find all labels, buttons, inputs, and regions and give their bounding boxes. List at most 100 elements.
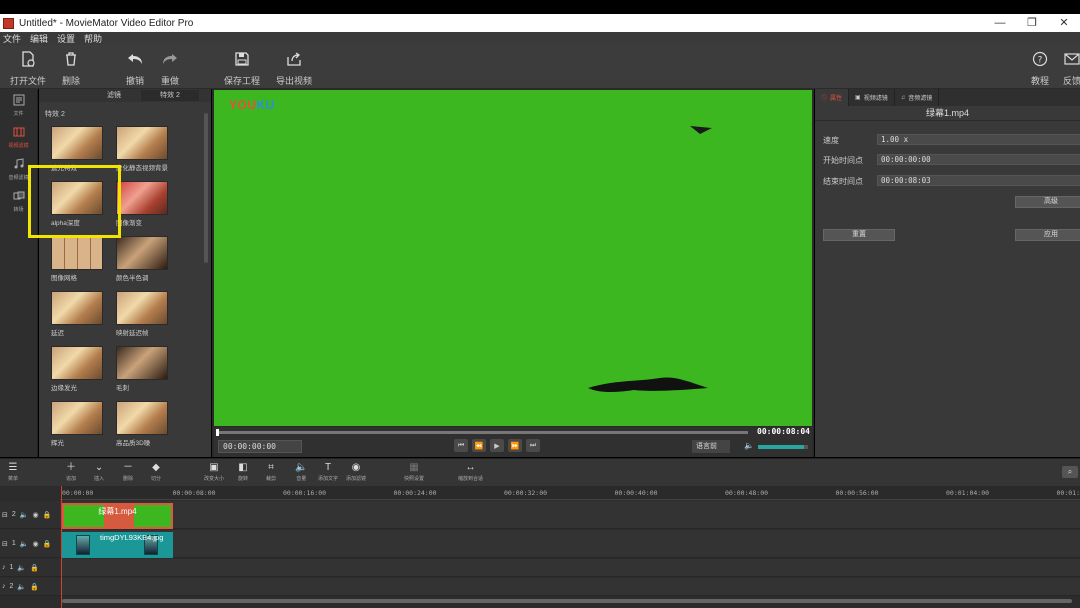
clip-image[interactable]: timgDYL93KE4.jpg: [62, 532, 173, 558]
effect-item[interactable]: 颜色半色调: [116, 236, 176, 282]
effect-item[interactable]: 延迟: [51, 291, 111, 337]
ruler-tick: 00:00:24:00: [393, 489, 437, 497]
menu-file[interactable]: 文件: [3, 32, 21, 45]
volume-icon[interactable]: 🔈: [744, 441, 754, 450]
svg-text:?: ?: [1038, 56, 1043, 66]
apply-button[interactable]: 应用: [1015, 229, 1080, 241]
save-project-button[interactable]: 保存工程: [224, 49, 260, 87]
remove-button[interactable]: －删除: [123, 462, 133, 482]
effect-item[interactable]: 图像网格: [51, 236, 111, 282]
close-icon[interactable]: ✕: [1048, 14, 1080, 32]
step-back-icon[interactable]: ⏪: [472, 439, 486, 452]
plus-icon: ＋: [66, 462, 76, 473]
undo-button[interactable]: 撤销: [125, 49, 145, 87]
effects-scrollbar[interactable]: [204, 113, 208, 263]
effect-label: 图像渐变: [116, 220, 142, 227]
playhead[interactable]: [61, 486, 62, 608]
menu-help[interactable]: 帮助: [84, 32, 102, 45]
timeline-ruler[interactable]: 00:00:00 00:00:08:00 00:00:16:00 00:00:24:0…: [60, 486, 1080, 500]
volume-slider[interactable]: [758, 445, 808, 449]
effect-item[interactable]: 边缘发光: [51, 346, 111, 392]
start-time-field[interactable]: 00:00:00:00: [877, 154, 1080, 165]
effect-item[interactable]: 图像渐变: [116, 181, 176, 227]
effect-thumbnail: [51, 236, 103, 270]
insert-button[interactable]: ⌄ 插入: [94, 462, 104, 482]
effect-item[interactable]: 毛刺: [116, 346, 176, 392]
export-video-button[interactable]: 导出视频: [276, 49, 312, 87]
add-filter-button[interactable]: ◉ 添加滤镜: [346, 462, 366, 482]
speed-field[interactable]: 1.00 x: [877, 134, 1080, 145]
effect-item[interactable]: 映射延迟帧: [116, 291, 176, 337]
track-lane-v1[interactable]: [60, 530, 1080, 558]
skip-start-icon[interactable]: ⏮: [454, 439, 468, 452]
delete-button[interactable]: 删除: [61, 49, 81, 87]
total-duration: 00:00:08:04: [757, 427, 810, 436]
resize-button[interactable]: ▣ 改变大小: [204, 462, 224, 482]
language-select[interactable]: 语言前: [692, 440, 730, 453]
skip-end-icon[interactable]: ⏭: [526, 439, 540, 452]
track-lane-a2[interactable]: [60, 578, 1080, 596]
redo-button[interactable]: 重做: [160, 49, 180, 87]
split-button[interactable]: ◆ 切分: [151, 462, 161, 482]
mute-icon: 🔈: [19, 540, 29, 548]
clip-green-screen[interactable]: 绿幕1.mp4: [62, 503, 173, 529]
tab-effects-2[interactable]: 特效 2: [141, 90, 199, 101]
mute-icon: 🔈: [17, 583, 27, 591]
advanced-button[interactable]: 高级: [1015, 196, 1080, 208]
append-button[interactable]: ＋追加: [66, 462, 76, 482]
track-lane-a1[interactable]: [60, 559, 1080, 577]
silhouette-shapes: [588, 126, 712, 393]
minimize-icon[interactable]: —: [984, 14, 1016, 32]
effect-thumbnail: [51, 126, 103, 160]
menu-bar: 文件 编辑 设置 帮助: [0, 32, 1080, 45]
open-file-button[interactable]: 打开文件: [10, 49, 46, 87]
effect-label: 延迟: [51, 330, 64, 337]
zoom-fit-button[interactable]: ↔ 缩放到合适: [458, 462, 483, 482]
track-lane-v2[interactable]: [60, 501, 1080, 529]
maximize-icon[interactable]: ❐: [1016, 14, 1048, 32]
add-text-button[interactable]: T 添加文字: [318, 462, 338, 482]
effect-item[interactable]: 高品质3D噪: [116, 401, 176, 447]
video-preview[interactable]: YOUKU: [214, 90, 812, 426]
minus-icon: －: [123, 462, 133, 473]
playback-progress[interactable]: [216, 429, 748, 436]
timeline-menu-button[interactable]: ☰ 菜单: [8, 462, 18, 482]
zoom-icon[interactable]: ⌕: [1062, 466, 1078, 478]
camera-icon: ▣: [855, 95, 861, 101]
ruler-tick: 00:00:56:00: [835, 489, 879, 497]
timeline-scrollbar[interactable]: [62, 599, 1072, 603]
end-time-field[interactable]: 00:00:08:03: [877, 175, 1080, 186]
effect-item[interactable]: 虚化静态视频背景: [116, 126, 176, 172]
volume-button[interactable]: 🔈 音量: [295, 462, 307, 482]
effects-panel: 滤镜 特效 2 特效 2 遮光特效 虚化静态视频背景 alpha深度 图像渐变 图像网格…: [39, 89, 211, 457]
effects-group-title: 特效 2: [45, 111, 65, 118]
transition-icon: [13, 190, 25, 204]
feedback-button[interactable]: 反馈: [1062, 49, 1080, 87]
snapshot-button[interactable]: ▦ 快照设置: [404, 462, 424, 482]
ruler-tick: 00:00:40:00: [614, 489, 658, 497]
current-time-field[interactable]: 00:00:00:00: [218, 440, 302, 453]
tab-audio-filters[interactable]: ♫ 音频滤镜: [895, 89, 940, 106]
effect-label: 边缘发光: [51, 385, 77, 392]
effect-item[interactable]: 辉光: [51, 401, 111, 447]
reset-button[interactable]: 重置: [823, 229, 895, 241]
play-icon[interactable]: ▶: [490, 439, 504, 452]
nav-video-filters[interactable]: 视频滤镜: [0, 121, 37, 153]
ruler-tick: 00:00:48:00: [725, 489, 769, 497]
nav-files[interactable]: 文件: [0, 89, 37, 121]
lock-icon: 🔒: [42, 540, 52, 548]
menu-settings[interactable]: 设置: [57, 32, 75, 45]
menu-edit[interactable]: 编辑: [30, 32, 48, 45]
crop-button[interactable]: ⌗ 裁剪: [266, 462, 276, 482]
effect-thumbnail: [116, 181, 168, 215]
tab-properties[interactable]: ⓘ 属性: [815, 89, 850, 106]
rotate-button[interactable]: ◧ 旋转: [238, 462, 248, 482]
ruler-tick: 00:01:04:00: [946, 489, 990, 497]
tab-filters[interactable]: 滤镜: [101, 90, 127, 101]
step-forward-icon[interactable]: ⏩: [508, 439, 522, 452]
snapshot-icon: ▦: [409, 462, 419, 473]
tutorial-button[interactable]: ? 教程: [1030, 49, 1050, 87]
tab-video-filters[interactable]: ▣ 视频滤镜: [849, 89, 895, 106]
selected-file-name: 绿幕1.mp4: [815, 106, 1080, 121]
split-icon: ◆: [152, 462, 160, 473]
